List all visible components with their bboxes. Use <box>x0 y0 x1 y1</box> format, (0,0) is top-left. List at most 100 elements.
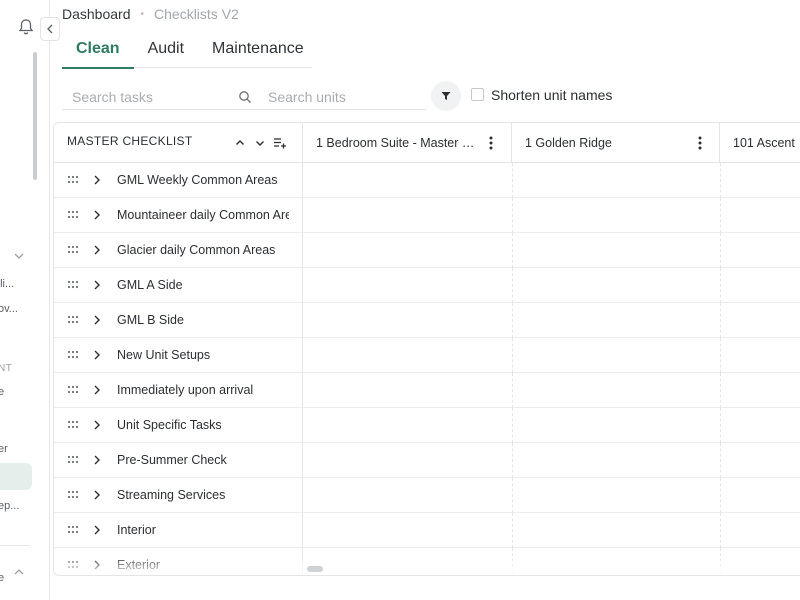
table-row[interactable]: Streaming Services <box>54 478 800 513</box>
sidebar-item-label[interactable]: pli... <box>0 278 14 290</box>
tab-maintenance[interactable]: Maintenance <box>198 38 318 68</box>
chevron-right-icon[interactable] <box>92 454 102 466</box>
drag-handle-icon[interactable] <box>67 490 79 500</box>
chevron-right-icon[interactable] <box>92 314 102 326</box>
sidebar-item-label[interactable]: ep... <box>0 500 19 512</box>
chevron-right-icon[interactable] <box>92 384 102 396</box>
chevron-right-icon[interactable] <box>92 524 102 536</box>
sidebar-section-label: NT <box>0 363 13 374</box>
add-list-icon[interactable] <box>273 136 287 150</box>
drag-handle-icon[interactable] <box>67 420 79 430</box>
filter-button[interactable] <box>431 81 461 111</box>
drag-handle-icon[interactable] <box>67 245 79 255</box>
master-task-cell[interactable]: GML Weekly Common Areas <box>54 163 303 198</box>
sidebar-divider <box>0 545 30 546</box>
master-task-cell[interactable]: Pre-Summer Check <box>54 443 303 478</box>
drag-handle-icon[interactable] <box>67 210 79 220</box>
table-row[interactable]: Pre-Summer Check <box>54 443 800 478</box>
kebab-icon[interactable] <box>485 135 497 151</box>
cell-divider <box>720 513 721 548</box>
drag-handle-icon[interactable] <box>67 455 79 465</box>
table-row[interactable]: GML Weekly Common Areas <box>54 163 800 198</box>
table-row[interactable]: GML A Side <box>54 268 800 303</box>
drag-handle-icon[interactable] <box>67 525 79 535</box>
master-task-cell[interactable]: GML B Side <box>54 303 303 338</box>
master-task-cell[interactable]: Mountaineer daily Common Areas <box>54 198 303 233</box>
search-units-input[interactable] <box>258 88 426 105</box>
cell-divider <box>512 233 513 268</box>
chevron-right-icon[interactable] <box>92 489 102 501</box>
horizontal-scrollbar[interactable] <box>307 566 323 572</box>
master-task-cell[interactable]: Streaming Services <box>54 478 303 513</box>
chevron-down-icon[interactable] <box>253 136 267 150</box>
unit-column-header[interactable]: 1 Bedroom Suite - Master Li... <box>303 123 512 163</box>
tab-clean[interactable]: Clean <box>62 38 134 69</box>
table-row[interactable]: GML B Side <box>54 303 800 338</box>
breadcrumb-dashboard[interactable]: Dashboard <box>62 6 131 22</box>
sidebar-scrollbar[interactable] <box>33 52 37 180</box>
drag-handle-icon[interactable] <box>67 350 79 360</box>
drag-handle-icon[interactable] <box>67 385 79 395</box>
drag-handle-icon[interactable] <box>67 280 79 290</box>
master-task-cell[interactable]: GML A Side <box>54 268 303 303</box>
sidebar-item-label[interactable]: e <box>0 572 4 584</box>
unit-column-header[interactable]: 1 Golden Ridge <box>512 123 720 163</box>
shorten-unit-names-checkbox[interactable] <box>471 88 484 101</box>
unit-column-title: 1 Golden Ridge <box>525 136 612 150</box>
collapse-sidebar-button[interactable] <box>40 17 60 41</box>
search-tasks-input[interactable] <box>62 88 238 105</box>
unit-column-title: 101 Ascent <box>733 136 795 150</box>
unit-column-title: 1 Bedroom Suite - Master Li... <box>316 136 476 150</box>
drag-handle-icon[interactable] <box>67 315 79 325</box>
master-task-cell[interactable]: Interior <box>54 513 303 548</box>
task-label: GML A Side <box>117 278 183 292</box>
task-label: Immediately upon arrival <box>117 383 254 397</box>
drag-handle-icon[interactable] <box>67 175 79 185</box>
task-label: Streaming Services <box>117 488 226 502</box>
master-task-cell[interactable]: Immediately upon arrival <box>54 373 303 408</box>
master-task-cell[interactable]: Unit Specific Tasks <box>54 408 303 443</box>
master-checklist-header: MASTER CHECKLIST <box>54 123 303 163</box>
task-label: GML B Side <box>117 313 184 327</box>
table-row[interactable]: New Unit Setups <box>54 338 800 373</box>
sidebar: pli... ov... NT e er ep... e <box>0 0 50 600</box>
chevron-right-icon[interactable] <box>92 349 102 361</box>
chevron-left-icon <box>47 24 53 34</box>
cell-divider <box>512 478 513 513</box>
table-row[interactable]: Immediately upon arrival <box>54 373 800 408</box>
shorten-unit-names-label[interactable]: Shorten unit names <box>491 87 612 103</box>
sidebar-item-label[interactable]: e <box>0 386 4 398</box>
cell-divider <box>720 233 721 268</box>
task-label: Glacier daily Common Areas <box>117 243 276 257</box>
table-row[interactable]: Mountaineer daily Common Areas <box>54 198 800 233</box>
sidebar-item-label[interactable]: ov... <box>0 303 18 315</box>
chevron-up-icon[interactable] <box>13 566 25 578</box>
cell-divider <box>720 198 721 233</box>
chevron-right-icon[interactable] <box>92 244 102 256</box>
table-row[interactable]: Glacier daily Common Areas <box>54 233 800 268</box>
task-label: Interior <box>117 523 156 537</box>
unit-column-header[interactable]: 101 Ascent <box>720 123 800 163</box>
cell-divider <box>720 478 721 513</box>
master-task-cell[interactable]: New Unit Setups <box>54 338 303 373</box>
chevron-down-icon[interactable] <box>13 250 25 262</box>
chevron-up-icon[interactable] <box>233 136 247 150</box>
tab-audit[interactable]: Audit <box>134 38 198 68</box>
table-row[interactable]: Interior <box>54 513 800 548</box>
breadcrumb-current: Checklists V2 <box>154 6 239 22</box>
task-label: New Unit Setups <box>117 348 211 362</box>
kebab-icon[interactable] <box>694 135 706 151</box>
chevron-right-icon[interactable] <box>92 174 102 186</box>
master-task-cell[interactable]: Glacier daily Common Areas <box>54 233 303 268</box>
breadcrumb-separator: • <box>140 8 145 20</box>
sidebar-item-label[interactable]: er <box>0 443 8 455</box>
chevron-right-icon[interactable] <box>92 209 102 221</box>
bell-icon[interactable] <box>18 18 34 36</box>
task-label: Unit Specific Tasks <box>117 418 222 432</box>
table-row[interactable]: Unit Specific Tasks <box>54 408 800 443</box>
search-tasks-field <box>62 84 258 110</box>
search-units-field <box>258 84 426 110</box>
chevron-right-icon[interactable] <box>92 419 102 431</box>
chevron-right-icon[interactable] <box>92 279 102 291</box>
sidebar-item-active[interactable] <box>0 463 32 490</box>
